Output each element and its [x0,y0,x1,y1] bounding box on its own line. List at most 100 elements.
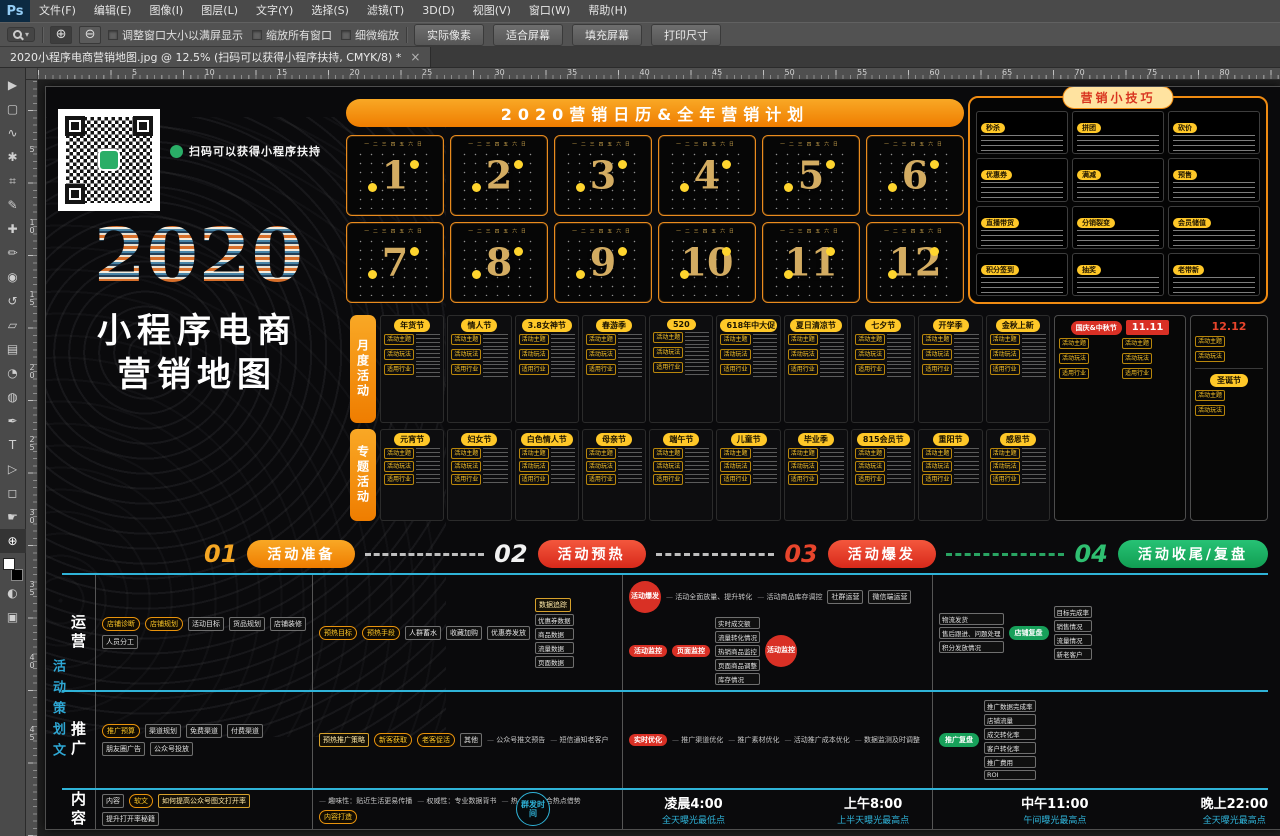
document-tab[interactable]: 2020小程序电商营销地图.jpg @ 12.5% (扫码可以获得小程序扶持, … [0,47,431,67]
path-select-tool[interactable]: ▷ [0,457,26,481]
event-tag: 适用行业 [451,364,481,375]
zoom-tool-preset[interactable]: ▾ [7,27,35,42]
event-title: 815会员节 [857,433,910,446]
marquee-tool[interactable]: ▢ [0,97,26,121]
event-text-lines [551,349,575,362]
event-text-lines [954,364,978,377]
menu-item[interactable]: 图像(I) [140,0,192,22]
calendar-month-card: 一二三四五六日9 [554,222,652,303]
clone-stamp-tool[interactable]: ◉ [0,265,26,289]
event-dot [514,247,523,256]
calendar-weekdays: 一二三四五六日 [357,140,434,147]
lane-column: 实时优化推广渠道优化推广素材优化活动推广成本优化数据监测及时调整 [622,692,932,788]
event-detail-group: 活动主题 [519,334,575,347]
background-color-swatch[interactable] [11,569,23,581]
lasso-tool[interactable]: ∿ [0,121,26,145]
menu-item[interactable]: 窗口(W) [520,0,579,22]
menu-item[interactable]: 帮助(H) [579,0,636,22]
checkbox-box[interactable] [252,30,262,40]
event-dot [826,160,835,169]
hand-tool[interactable]: ☛ [0,505,26,529]
event-text-lines [954,448,978,457]
zoom-tool[interactable]: ⊕ [0,529,26,553]
options-checkbox[interactable]: 调整窗口大小以满屏显示 [108,27,243,43]
zoom-in-button[interactable]: ⊕ [50,26,72,44]
wechat-dot-icon [170,145,183,158]
canvas-area[interactable]: 扫码可以获得小程序扶持 2020 小程序电商 营销地图 2020营销日历&全年营… [38,80,1280,836]
zoom-out-button[interactable]: ⊖ [79,26,101,44]
calendar-month-number: 6 [867,152,963,197]
event-title: 七夕节 [865,319,901,332]
color-swatches[interactable] [3,558,23,581]
options-button[interactable]: 打印尺寸 [651,24,721,46]
event-text-lines [483,364,507,377]
healing-brush-tool[interactable]: ✚ [0,217,26,241]
menu-item[interactable]: 3D(D) [413,0,464,22]
event-detail-group: 活动玩法 [990,349,1046,362]
screen-mode-icon[interactable]: ▣ [0,605,26,629]
blur-tool[interactable]: ◔ [0,361,26,385]
calendar-month-card: 一二三四五六日12 [866,222,964,303]
checkbox-box[interactable] [341,30,351,40]
tab-close-icon[interactable]: × [410,50,420,64]
document-tab-bar: 2020小程序电商营销地图.jpg @ 12.5% (扫码可以获得小程序扶持, … [0,47,1280,68]
quick-mask-icon[interactable]: ◐ [0,581,26,605]
event-tag: 活动玩法 [990,461,1020,472]
ruler-number: 3 5 [27,581,37,598]
menu-item[interactable]: 文字(Y) [247,0,302,22]
event-text-lines [820,364,844,377]
menu-item[interactable]: 编辑(E) [85,0,141,22]
calendar-month-number: 9 [555,239,651,284]
event-tag: 活动主题 [720,448,750,459]
shape-tool[interactable]: ◻ [0,481,26,505]
event-card: 618年中大促活动主题活动玩法适用行业 [716,315,780,423]
node-po: 预热目标 [319,626,357,640]
event-card: 情人节活动主题活动玩法适用行业 [447,315,511,423]
event-tag: 活动玩法 [451,461,481,472]
event-tag: 适用行业 [922,364,952,375]
event-dot [826,247,835,256]
options-button[interactable]: 实际像素 [414,24,484,46]
history-brush-tool[interactable]: ↺ [0,289,26,313]
event-text-lines [887,474,911,483]
eyedropper-tool[interactable]: ✎ [0,193,26,217]
magic-wand-tool[interactable]: ✱ [0,145,26,169]
options-checkbox[interactable]: 细微缩放 [341,27,399,43]
event-title: 端午节 [663,433,699,446]
tool-bar: ▶▢∿✱⌗✎✚✏◉↺▱▤◔◍✒T▷◻☛⊕ ◐ ▣ [0,68,26,836]
move-tool[interactable]: ▶ [0,73,26,97]
type-tool[interactable]: T [0,433,26,457]
foreground-color-swatch[interactable] [3,558,15,570]
menu-item[interactable]: 选择(S) [302,0,358,22]
poster-year: 2020 [74,213,324,299]
vertical-ruler[interactable]: 51 01 52 02 53 03 54 04 5 [26,80,38,836]
menu-item[interactable]: 图层(L) [192,0,247,22]
pen-tool[interactable]: ✒ [0,409,26,433]
tip-text-lines [1173,182,1255,201]
options-button[interactable]: 填充屏幕 [572,24,642,46]
checkbox-box[interactable] [108,30,118,40]
crop-tool[interactable]: ⌗ [0,169,26,193]
dodge-tool[interactable]: ◍ [0,385,26,409]
menu-item[interactable]: 文件(F) [30,0,85,22]
event-tag: 活动主题 [1195,336,1225,347]
event-tag: 活动主题 [720,334,750,345]
event-detail-group: 活动主题 [922,448,978,459]
options-button[interactable]: 适合屏幕 [493,24,563,46]
gradient-tool[interactable]: ▤ [0,337,26,361]
event-detail-group: 活动主题 [1195,390,1263,402]
horizontal-ruler[interactable]: 5101520253035404550556065707580 [38,68,1280,80]
brush-tool[interactable]: ✏ [0,241,26,265]
options-checkbox[interactable]: 缩放所有窗口 [252,27,332,43]
node-box: 销售情况 [1054,620,1093,632]
event-tag: 适用行业 [1122,368,1152,379]
eraser-tool[interactable]: ▱ [0,313,26,337]
qr-finder [133,116,153,136]
menu-item[interactable]: 视图(V) [464,0,520,22]
photoshop-logo[interactable]: Ps [0,0,30,22]
calendar-weekdays: 一二三四五六日 [669,227,746,234]
menu-item[interactable]: 滤镜(T) [358,0,413,22]
event-tag: 活动主题 [519,448,549,459]
node-tx: 活动推广成本优化 [784,735,849,745]
event-tag: 活动玩法 [451,349,481,360]
